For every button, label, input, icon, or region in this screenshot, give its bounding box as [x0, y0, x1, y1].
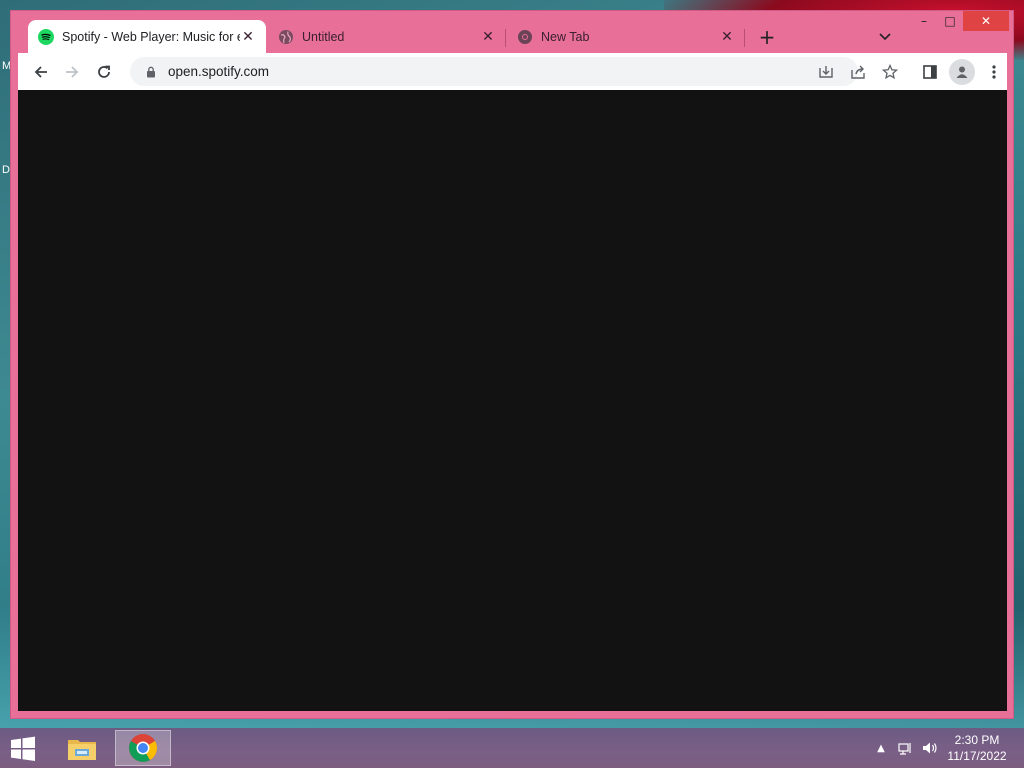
- lock-icon[interactable]: [144, 65, 158, 79]
- tab-strip: Spotify - Web Player: Music for e ✕ Unti…: [11, 11, 1013, 53]
- bookmark-star-icon[interactable]: [877, 59, 903, 85]
- close-tab-icon[interactable]: ✕: [240, 28, 256, 45]
- volume-icon[interactable]: [920, 728, 940, 768]
- share-icon[interactable]: [845, 59, 871, 85]
- browser-toolbar: open.spotify.com: [18, 53, 1007, 90]
- url-text[interactable]: open.spotify.com: [168, 64, 269, 79]
- address-bar[interactable]: open.spotify.com: [130, 57, 858, 86]
- maximize-button[interactable]: □: [937, 11, 963, 31]
- minimize-button[interactable]: –: [911, 11, 937, 31]
- page-content[interactable]: [18, 90, 1007, 711]
- show-hidden-icons-arrow[interactable]: ▲: [874, 728, 888, 768]
- clock-time: 2:30 PM: [954, 733, 1000, 747]
- tab-separator: [505, 29, 506, 47]
- tab-title: Untitled: [302, 29, 345, 44]
- network-icon[interactable]: [896, 728, 916, 768]
- tab-search-chevron-icon[interactable]: [873, 25, 897, 49]
- browser-window: Spotify - Web Player: Music for e ✕ Unti…: [10, 10, 1014, 719]
- spotify-icon: [38, 28, 54, 45]
- file-explorer-icon[interactable]: [54, 730, 110, 766]
- chrome-icon[interactable]: [115, 730, 171, 766]
- reload-icon[interactable]: [91, 59, 117, 85]
- chrome-icon: [517, 29, 533, 45]
- side-panel-icon[interactable]: [917, 59, 943, 85]
- tab-spotify[interactable]: Spotify - Web Player: Music for e ✕: [28, 20, 266, 53]
- tab-title: Spotify - Web Player: Music for e: [62, 29, 240, 44]
- forward-arrow-icon[interactable]: [59, 59, 85, 85]
- desktop-icon-label-d[interactable]: D: [2, 164, 10, 176]
- tab-title: New Tab: [541, 29, 590, 44]
- close-window-button[interactable]: ✕: [963, 11, 1009, 31]
- close-tab-icon[interactable]: ✕: [480, 28, 496, 45]
- globe-icon: [278, 29, 294, 45]
- new-tab-button[interactable]: +: [755, 25, 779, 49]
- profile-icon[interactable]: [949, 59, 975, 85]
- back-arrow-icon[interactable]: [28, 59, 54, 85]
- close-tab-icon[interactable]: ✕: [719, 28, 735, 45]
- system-clock[interactable]: 2:30 PM 11/17/2022: [942, 732, 1012, 764]
- install-icon[interactable]: [813, 59, 839, 85]
- tab-untitled[interactable]: Untitled ✕: [268, 20, 506, 53]
- tab-separator: [744, 29, 745, 47]
- tab-new-tab[interactable]: New Tab ✕: [507, 20, 745, 53]
- windows-start-icon[interactable]: [8, 736, 38, 762]
- menu-dots-icon[interactable]: [981, 59, 1007, 85]
- clock-date: 11/17/2022: [947, 749, 1007, 763]
- taskbar: ▲ 2:30 PM 11/17/2022: [0, 728, 1024, 768]
